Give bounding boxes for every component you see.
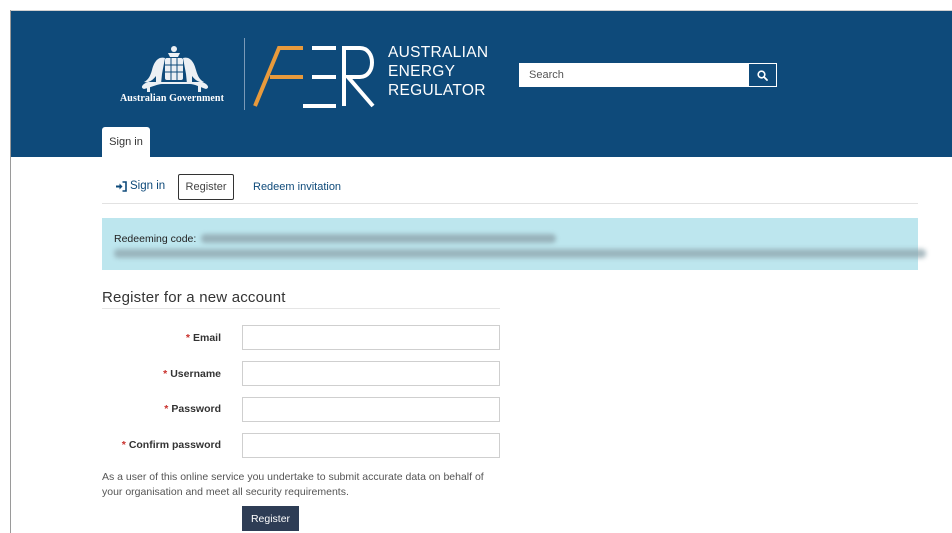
password-label: * Password — [164, 403, 221, 415]
brand-line-2: ENERGY — [388, 63, 456, 80]
email-label: * Email — [186, 332, 221, 344]
redacted-code-line-1 — [201, 234, 556, 243]
password-field[interactable] — [242, 397, 500, 422]
tab-sign-in[interactable]: Sign in — [102, 127, 150, 158]
nav-sign-in[interactable]: Sign in — [115, 180, 165, 192]
username-field[interactable] — [242, 361, 500, 386]
sign-in-icon — [116, 180, 127, 192]
required-marker: * — [185, 332, 190, 344]
register-button[interactable]: Register — [242, 506, 299, 531]
nav-redeem-invitation[interactable]: Redeem invitation — [253, 181, 341, 193]
required-marker: * — [121, 439, 126, 451]
brand-line-1: AUSTRALIAN — [388, 44, 489, 61]
nav-register[interactable]: Register — [178, 174, 234, 200]
aer-logo — [253, 46, 375, 108]
redacted-code-line-2 — [114, 249, 926, 258]
confirm-password-label: * Confirm password — [122, 439, 221, 451]
required-marker: * — [164, 403, 169, 415]
search-input[interactable] — [519, 63, 748, 87]
logo-divider — [244, 38, 245, 110]
form-title-divider — [102, 308, 500, 309]
username-label-text: Username — [170, 368, 221, 380]
required-marker: * — [163, 368, 168, 380]
redeem-code-label: Redeeming code: — [114, 233, 197, 245]
form-title: Register for a new account — [102, 289, 286, 306]
redeem-code-alert: Redeeming code: — [102, 218, 926, 270]
search-icon — [757, 69, 768, 81]
username-label: * Username — [163, 368, 221, 380]
password-label-text: Password — [171, 403, 221, 415]
terms-notice: As a user of this online service you und… — [102, 471, 484, 498]
email-field[interactable] — [242, 325, 500, 350]
brand-line-3: REGULATOR — [388, 82, 486, 99]
search-button[interactable] — [748, 63, 777, 87]
email-label-text: Email — [192, 332, 221, 344]
nav-sign-in-label: Sign in — [130, 180, 166, 192]
aer-wordmark: AUSTRALIAN ENERGY REGULATOR — [388, 43, 488, 100]
nav-divider — [102, 203, 918, 204]
confirm-password-field[interactable] — [242, 433, 500, 458]
confirm-password-label-text: Confirm password — [128, 439, 221, 451]
australian-government-label: Australian Government — [119, 93, 225, 104]
